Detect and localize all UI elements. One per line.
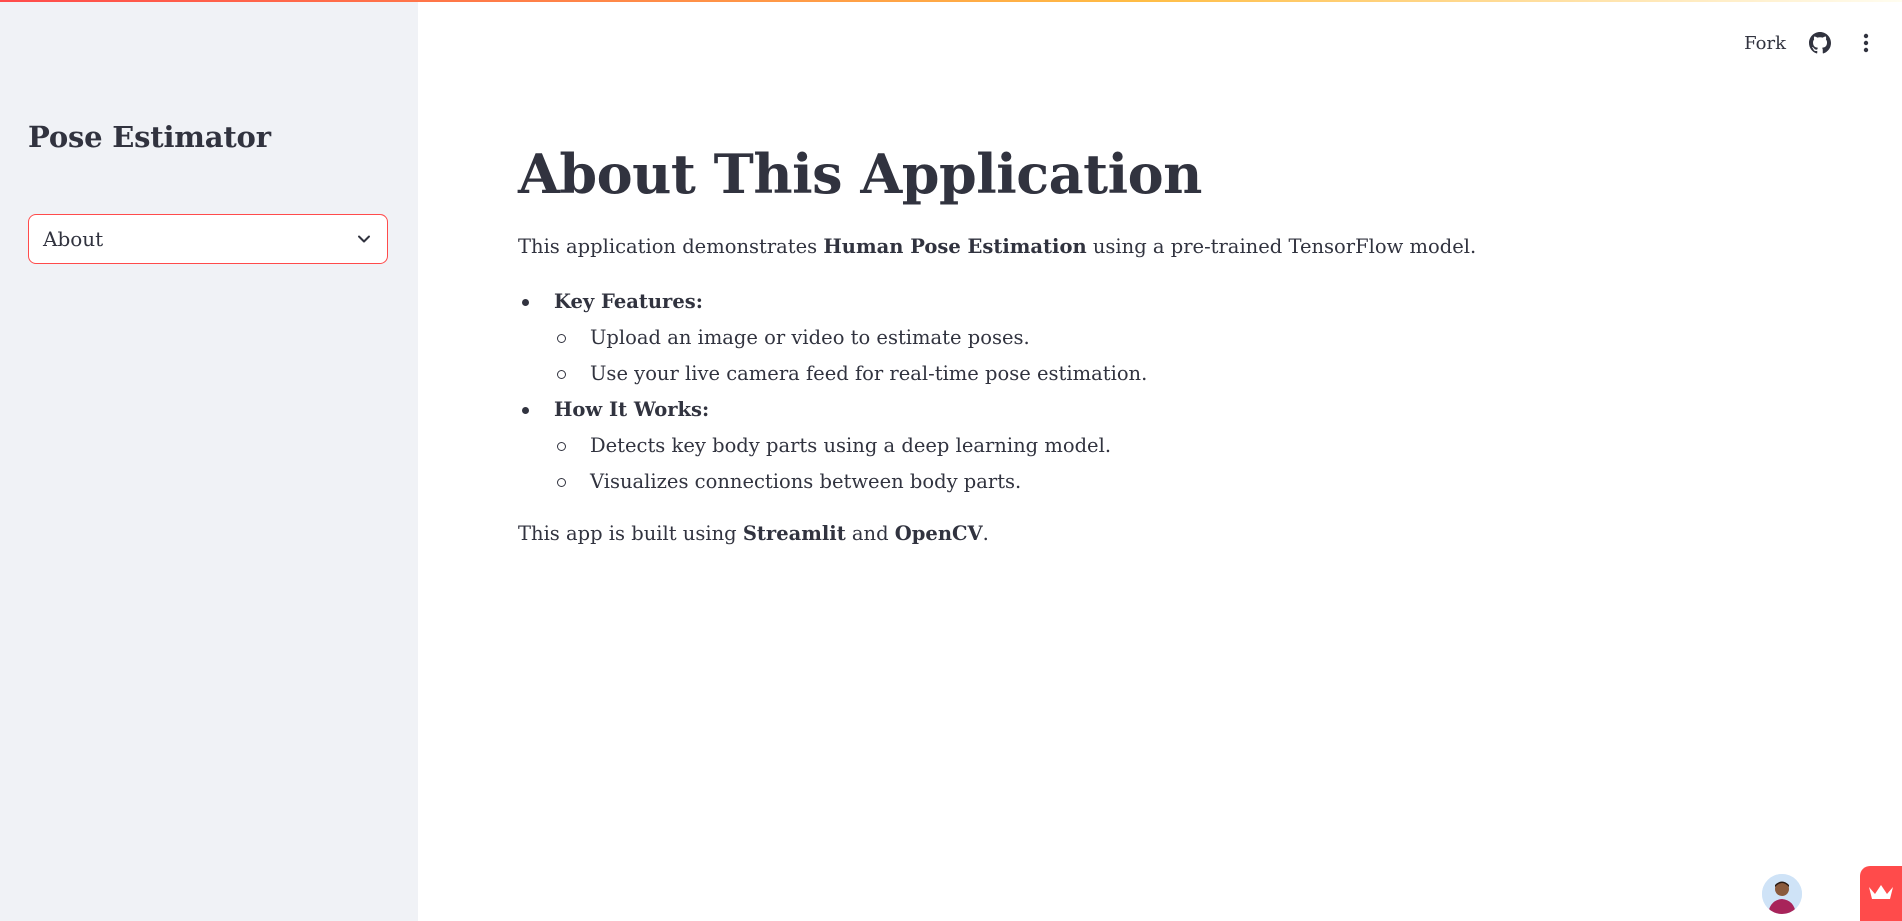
section-label: Key Features: bbox=[554, 289, 703, 313]
intro-text-bold: Human Pose Estimation bbox=[823, 234, 1087, 258]
top-decoration-bar bbox=[0, 0, 1902, 2]
list-item: Use your live camera feed for real-time … bbox=[554, 356, 1718, 392]
more-vertical-icon[interactable] bbox=[1854, 31, 1878, 55]
section-label: How It Works: bbox=[554, 397, 710, 421]
footer-text-middle: and bbox=[845, 521, 895, 545]
list-item: Upload an image or video to estimate pos… bbox=[554, 320, 1718, 356]
list-item-how-it-works: How It Works: Detects key body parts usi… bbox=[518, 392, 1718, 500]
intro-text-before: This application demonstrates bbox=[518, 234, 824, 258]
sidebar: Pose Estimator About bbox=[0, 0, 418, 921]
page-select[interactable]: About bbox=[28, 214, 388, 264]
github-icon[interactable] bbox=[1808, 31, 1832, 55]
crown-icon bbox=[1867, 883, 1895, 905]
sub-list: Detects key body parts using a deep lear… bbox=[554, 428, 1718, 500]
avatar[interactable] bbox=[1762, 874, 1802, 914]
sidebar-title: Pose Estimator bbox=[28, 120, 271, 154]
list-item: Detects key body parts using a deep lear… bbox=[554, 428, 1718, 464]
intro-paragraph: This application demonstrates Human Pose… bbox=[518, 231, 1718, 262]
footer-paragraph: This app is built using Streamlit and Op… bbox=[518, 518, 1718, 549]
streamlit-crown-badge[interactable] bbox=[1860, 866, 1902, 921]
footer-text-opencv: OpenCV bbox=[894, 521, 983, 545]
list-item-key-features: Key Features: Upload an image or video t… bbox=[518, 284, 1718, 392]
list-item: Visualizes connections between body part… bbox=[554, 464, 1718, 500]
feature-list: Key Features: Upload an image or video t… bbox=[518, 284, 1718, 500]
footer-text-before: This app is built using bbox=[518, 521, 743, 545]
sub-list: Upload an image or video to estimate pos… bbox=[554, 320, 1718, 392]
app-header: Fork bbox=[1502, 0, 1902, 86]
footer-text-after: . bbox=[982, 521, 989, 545]
chevron-down-icon bbox=[355, 230, 373, 248]
main-content: About This Application This application … bbox=[518, 142, 1718, 549]
page-select-value: About bbox=[43, 227, 104, 251]
fork-link[interactable]: Fork bbox=[1744, 33, 1786, 54]
page-title: About This Application bbox=[518, 142, 1202, 206]
footer-text-streamlit: Streamlit bbox=[742, 521, 846, 545]
intro-text-after: using a pre-trained TensorFlow model. bbox=[1086, 234, 1477, 258]
